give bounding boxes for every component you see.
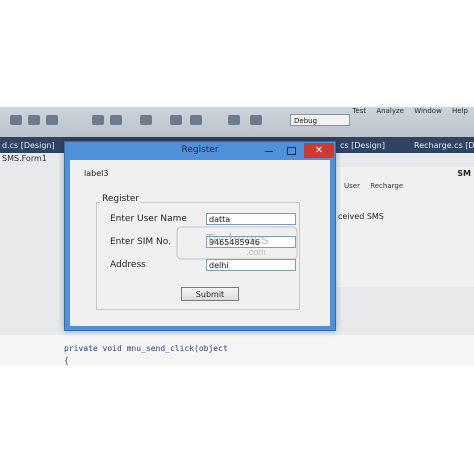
close-icon: ✕ (314, 145, 324, 156)
background-form-corner-label: SM (457, 169, 471, 178)
menu-item-test[interactable]: Test (352, 107, 366, 115)
title-bar[interactable]: Register ✕ (65, 142, 335, 160)
toolbar-icon[interactable] (10, 115, 22, 125)
sim-number-input[interactable]: 9465485946 (206, 236, 296, 248)
submit-button[interactable]: Submit (181, 287, 239, 301)
sim-number-label: Enter SIM No. (110, 237, 171, 247)
redo-icon[interactable] (190, 115, 202, 125)
menu-item-help[interactable]: Help (452, 107, 468, 115)
tab-design-2[interactable]: cs [Design] (340, 139, 385, 152)
groupbox-title: Register (100, 194, 142, 204)
address-input[interactable]: delhi (206, 259, 296, 271)
menu-item-analyze[interactable]: Analyze (376, 107, 404, 115)
toolbar-icon[interactable] (28, 115, 40, 125)
user-name-input[interactable]: datta (206, 213, 296, 225)
address-label: Address (110, 260, 146, 270)
minimize-button[interactable] (259, 144, 279, 157)
toolbar-icon[interactable] (46, 115, 58, 125)
received-sms-label: ceived SMS (338, 212, 384, 221)
toolbar-icon[interactable] (228, 115, 240, 125)
start-debug-icon[interactable] (250, 115, 262, 125)
tab-recharge-design[interactable]: Recharge.cs [Desi (414, 139, 474, 152)
form-client-area: label3 Register Enter User Name datta En… (70, 160, 330, 326)
register-window: Register ✕ label3 Register Enter User Na… (64, 141, 336, 331)
toolbar-icon[interactable] (110, 115, 122, 125)
designer-caption: SMS.Form1 (2, 154, 47, 163)
toolbar-icon[interactable] (140, 115, 152, 125)
background-form-menu: User Recharge (344, 182, 411, 190)
undo-icon[interactable] (170, 115, 182, 125)
maximize-button[interactable] (281, 144, 301, 157)
code-line: { (64, 356, 69, 365)
menu-item-user[interactable]: User (344, 182, 360, 190)
ide-toolbar: Debug Test Analyze Window Help (0, 107, 474, 137)
tab-design-1[interactable]: d.cs [Design] (2, 139, 55, 152)
user-name-label: Enter User Name (110, 214, 187, 224)
label3: label3 (84, 169, 109, 178)
toolbar-icon[interactable] (92, 115, 104, 125)
menu-bar: Test Analyze Window Help (344, 107, 468, 115)
menu-item-window[interactable]: Window (414, 107, 442, 115)
close-button[interactable]: ✕ (304, 143, 334, 158)
solution-configuration-select[interactable]: Debug (290, 114, 350, 126)
menu-item-recharge[interactable]: Recharge (370, 182, 403, 190)
background-form: SM User Recharge ceived SMS (335, 167, 474, 287)
code-line: private void mnu_send_click(object (64, 344, 228, 353)
